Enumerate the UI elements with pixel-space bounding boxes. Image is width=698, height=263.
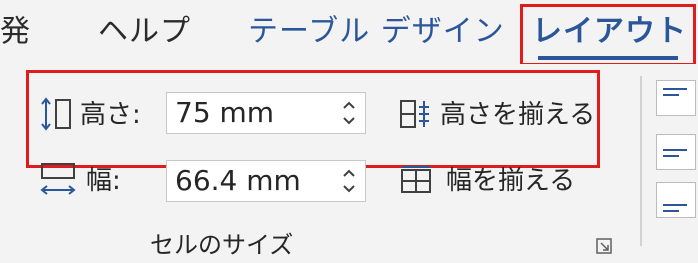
tab-development[interactable]: 発 bbox=[0, 10, 31, 54]
distribute-rows-label[interactable]: 高さを揃える bbox=[440, 98, 595, 132]
align-bottom-left-icon[interactable] bbox=[656, 182, 696, 218]
distribute-rows-icon[interactable] bbox=[398, 96, 434, 132]
align-middle-left-icon[interactable] bbox=[656, 134, 696, 170]
row-height-icon bbox=[38, 94, 78, 134]
tab-layout[interactable]: レイアウト bbox=[532, 10, 687, 54]
tab-table-design[interactable]: テーブル デザイン bbox=[248, 10, 505, 54]
dialog-launcher-icon[interactable] bbox=[596, 238, 612, 254]
distribute-columns-icon[interactable] bbox=[398, 164, 434, 200]
width-value: 66.4 mm bbox=[175, 164, 301, 197]
align-top-left-icon[interactable] bbox=[656, 80, 696, 116]
active-tab-underline bbox=[538, 56, 678, 60]
width-input[interactable]: 66.4 mm bbox=[166, 160, 366, 202]
height-label: 高さ: bbox=[80, 100, 141, 130]
distribute-columns-label[interactable]: 幅を揃える bbox=[446, 164, 575, 198]
width-label: 幅: bbox=[86, 166, 121, 196]
column-width-icon bbox=[38, 160, 78, 200]
tab-help[interactable]: ヘルプ bbox=[98, 10, 191, 54]
height-spinner-icon[interactable] bbox=[341, 97, 357, 129]
height-input[interactable]: 75 mm bbox=[166, 92, 366, 134]
width-spinner-icon[interactable] bbox=[341, 165, 357, 197]
ribbon-tab-bar: 発 ヘルプ テーブル デザイン レイアウト bbox=[0, 0, 698, 64]
cell-size-group-label: セルのサイズ bbox=[150, 231, 294, 259]
height-value: 75 mm bbox=[175, 96, 275, 129]
group-separator bbox=[640, 76, 642, 246]
